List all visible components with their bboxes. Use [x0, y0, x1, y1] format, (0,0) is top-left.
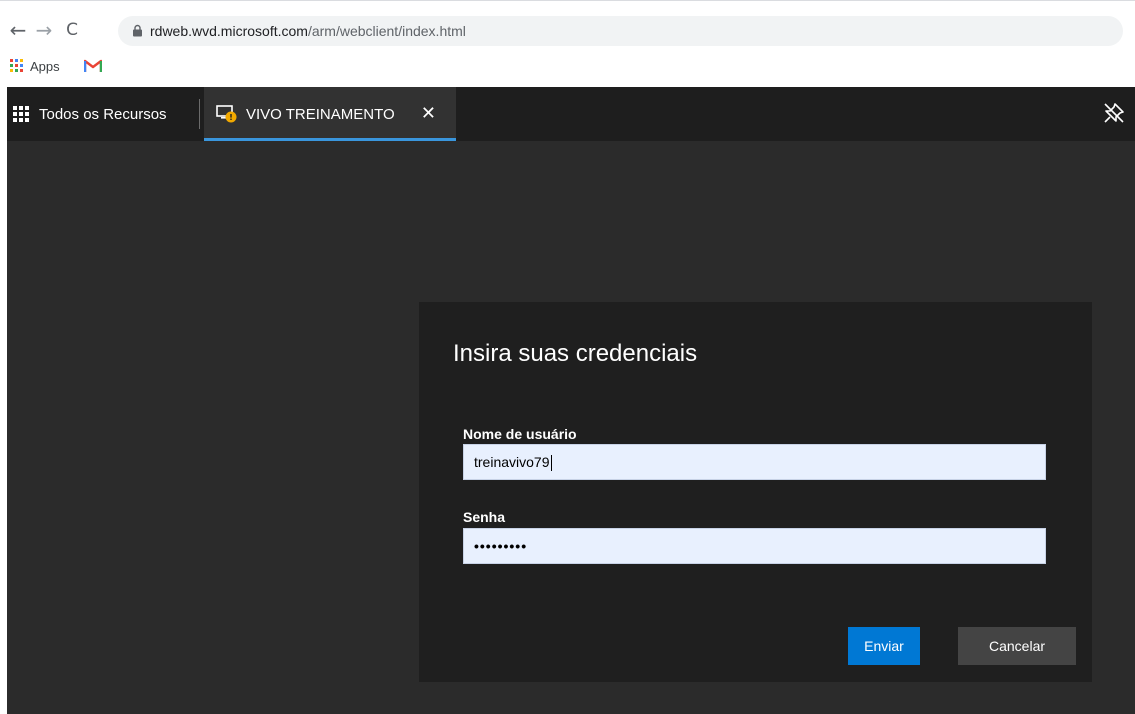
active-tab-indicator: [204, 138, 456, 141]
text-caret: [550, 455, 552, 472]
username-value: treinavivo79: [474, 454, 550, 470]
reload-icon[interactable]: C: [60, 18, 84, 42]
remote-desktop-warning-icon: [216, 105, 237, 123]
bookmark-gmail[interactable]: [80, 54, 106, 78]
bookmark-apps-label: Apps: [30, 58, 60, 74]
url-path: /arm/webclient/index.html: [307, 23, 466, 39]
password-mask: •••••••••: [474, 538, 528, 554]
apps-grid-icon: [10, 59, 23, 72]
rd-top-bar: Todos os Recursos VIVO TREINAMENTO ✕: [7, 87, 1135, 141]
all-resources-button[interactable]: Todos os Recursos: [7, 87, 167, 141]
username-field[interactable]: treinavivo79: [463, 444, 1046, 480]
all-resources-label: Todos os Recursos: [39, 105, 167, 123]
bookmarks-bar: Apps: [0, 52, 1135, 80]
bookmark-apps[interactable]: Apps: [6, 54, 64, 78]
session-tab-label: VIVO TREINAMENTO: [246, 105, 395, 123]
browser-chrome: ← → C rdweb.wvd.microsoft.com/arm/webcli…: [0, 0, 1135, 87]
cancel-button[interactable]: Cancelar: [958, 627, 1076, 665]
submit-button[interactable]: Enviar: [848, 627, 920, 665]
unpin-icon[interactable]: [1103, 102, 1125, 124]
back-arrow-icon[interactable]: ←: [6, 18, 30, 42]
password-field[interactable]: •••••••••: [463, 528, 1046, 564]
waffle-grid-icon: [13, 106, 29, 122]
close-icon[interactable]: ✕: [421, 103, 436, 124]
forward-arrow-icon[interactable]: →: [32, 18, 56, 42]
credentials-dialog: Insira suas credenciais Nome de usuário …: [419, 302, 1092, 682]
browser-tabstrip-edge: [0, 0, 1135, 8]
dialog-title: Insira suas credenciais: [453, 340, 698, 367]
password-label: Senha: [463, 509, 506, 525]
lock-icon: [133, 24, 142, 37]
username-label: Nome de usuário: [463, 426, 577, 442]
address-bar[interactable]: rdweb.wvd.microsoft.com/arm/webclient/in…: [118, 16, 1123, 46]
url-host: rdweb.wvd.microsoft.com: [150, 23, 308, 39]
remote-desktop-client: Todos os Recursos VIVO TREINAMENTO ✕ Ins…: [7, 87, 1135, 714]
url-text: rdweb.wvd.microsoft.com/arm/webclient/in…: [150, 16, 466, 46]
gmail-icon: [84, 59, 102, 72]
toolbar-separator: [199, 99, 200, 129]
session-tab[interactable]: VIVO TREINAMENTO ✕: [204, 87, 456, 141]
